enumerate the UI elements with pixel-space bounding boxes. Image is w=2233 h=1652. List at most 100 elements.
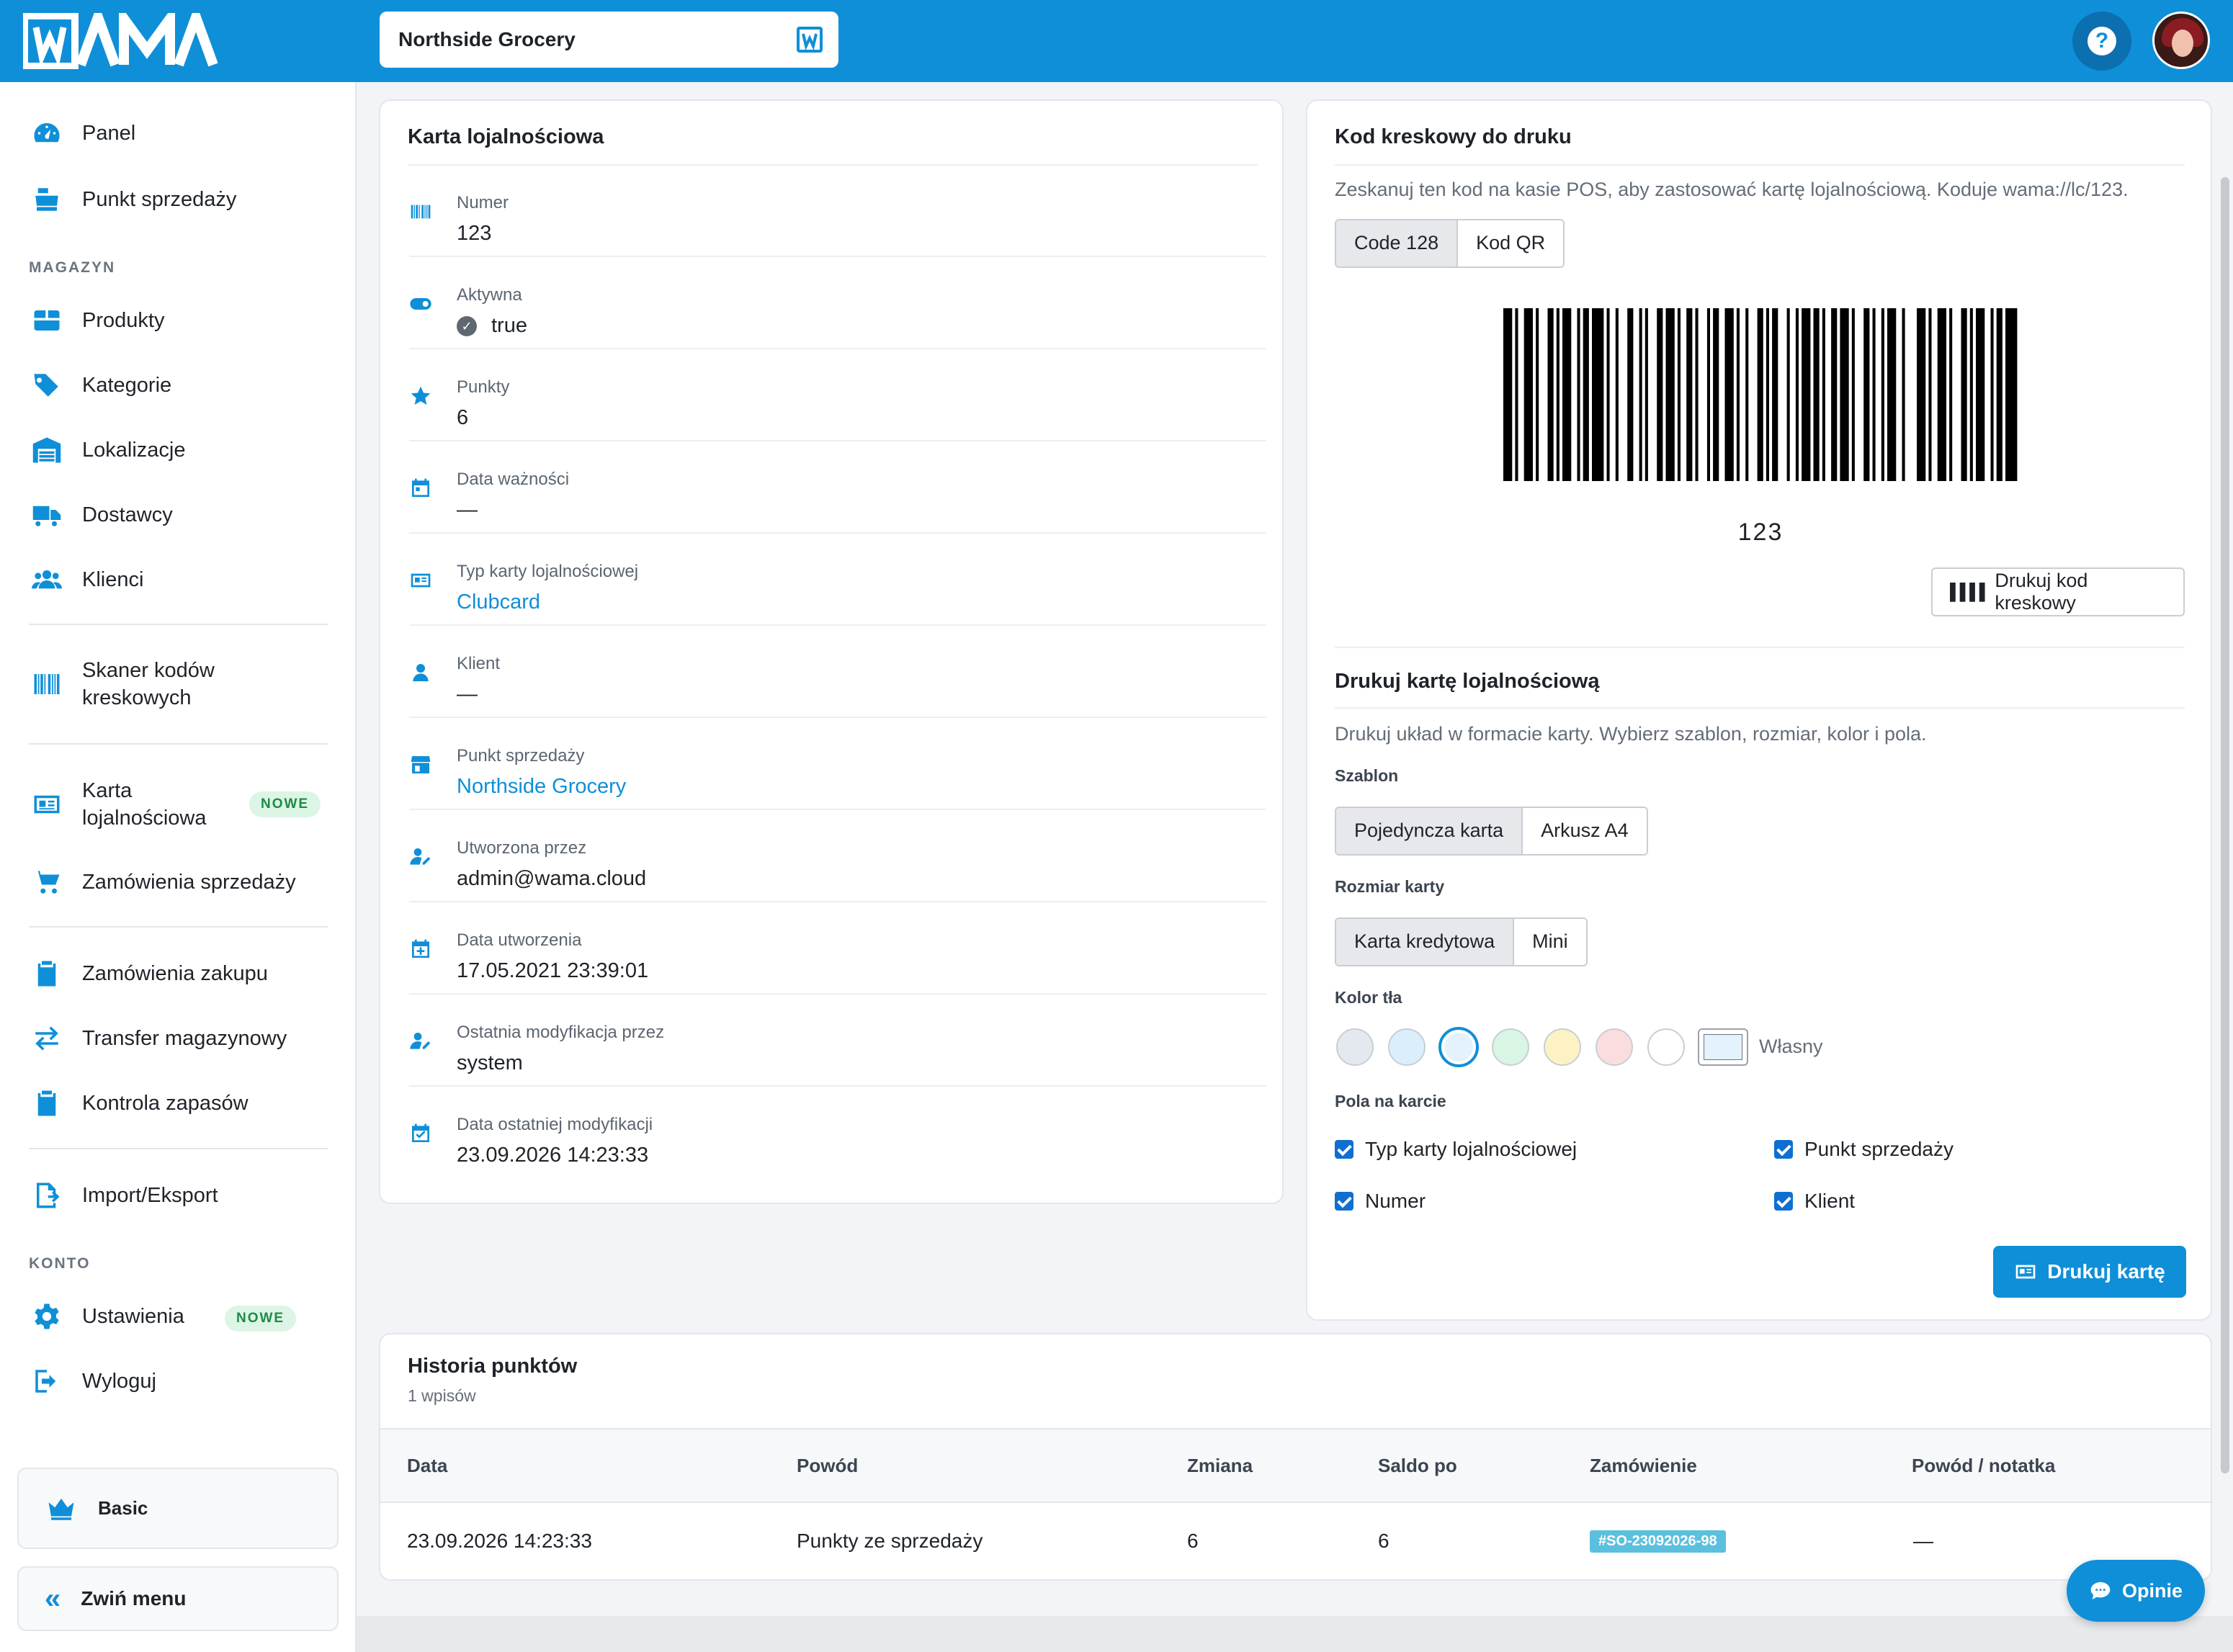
feedback-button[interactable]: Opinie: [2067, 1560, 2205, 1622]
color-swatch[interactable]: [1492, 1028, 1529, 1066]
page-bottom: [357, 1616, 2233, 1652]
color-swatch[interactable]: [1544, 1028, 1581, 1066]
sidebar-item-stock-transfer[interactable]: Transfer magazynowy: [29, 1017, 331, 1060]
field-value-text: Northside Grocery: [457, 775, 627, 798]
sidebar-item-barcode-scanner[interactable]: Skaner kodów kreskowych: [29, 655, 331, 713]
sidebar-item-label: Panel: [82, 122, 136, 145]
sidebar-divider: [29, 1148, 328, 1149]
field-value-text: 123: [457, 222, 492, 245]
new-badge: NOWE: [225, 1306, 297, 1332]
color-swatch[interactable]: [1596, 1028, 1633, 1066]
avatar[interactable]: [2152, 12, 2210, 69]
sidebar-item-stock-control[interactable]: Kontrola zapasów: [29, 1082, 331, 1125]
store-selector[interactable]: Northside Grocery: [380, 12, 838, 68]
field-label: Ostatnia modyfikacja przez: [457, 1023, 665, 1042]
sidebar-item-suppliers[interactable]: Dostawcy: [29, 493, 331, 537]
print-card-button[interactable]: Drukuj kartę: [1993, 1246, 2186, 1298]
calendar-icon: [409, 477, 432, 500]
sidebar-item-label: Ustawienia: [82, 1305, 184, 1328]
color-swatch[interactable]: [1388, 1028, 1426, 1066]
history-count: 1 wpisów: [408, 1386, 476, 1405]
column-header-order: Zamówienie: [1590, 1455, 1697, 1476]
barcode-bar: [1766, 308, 1769, 481]
sidebar-item-pos[interactable]: Punkt sprzedaży: [29, 178, 331, 221]
barcode-bar: [2005, 308, 2018, 481]
print-barcode-button[interactable]: ▌▌▌▌ Drukuj kod kreskowy: [1931, 567, 2185, 616]
sidebar-item-sales-orders[interactable]: Zamówienia sprzedaży: [29, 861, 331, 904]
barcode-bar: [1976, 308, 1985, 481]
barcode-type-toggle: Code 128 Kod QR: [1335, 219, 1565, 268]
table-cell-note: —: [1913, 1530, 1933, 1552]
detail-field: Utworzona przez admin@wama.cloud: [409, 811, 1266, 902]
field-value-text: admin@wama.cloud: [457, 867, 647, 890]
size-credit-card[interactable]: Karta kredytowa: [1336, 919, 1513, 965]
custom-color-label: Własny: [1759, 1036, 1823, 1057]
sidebar-item-logout[interactable]: Wyloguj: [29, 1360, 331, 1403]
user-edit-icon: [409, 1030, 432, 1053]
tab-qr[interactable]: Kod QR: [1456, 220, 1564, 266]
sidebar-item-categories[interactable]: Kategorie: [29, 364, 331, 407]
checkbox-card-type[interactable]: Typ karty lojalnościowej: [1335, 1138, 1577, 1161]
field-value: 123: [457, 222, 491, 246]
barcode-bar: [1556, 308, 1559, 481]
barcode-bar: [1961, 308, 1967, 481]
collapse-menu-label: Zwiń menu: [81, 1587, 187, 1610]
tab-code128[interactable]: Code 128: [1336, 220, 1457, 266]
plan-box[interactable]: Basic: [17, 1468, 339, 1549]
field-value: ✓ true: [457, 314, 527, 338]
sidebar-item-label: Punkt sprzedaży: [82, 188, 237, 211]
barcode-bar: [1592, 308, 1604, 481]
field-value[interactable]: Northside Grocery: [457, 775, 626, 799]
sidebar-item-import-export[interactable]: Import/Eksport: [29, 1174, 331, 1217]
wama-logo[interactable]: [23, 13, 254, 69]
checkbox-client[interactable]: Klient: [1774, 1190, 1855, 1213]
color-swatch[interactable]: [1336, 1028, 1374, 1066]
truck-icon: [29, 497, 65, 533]
color-swatch[interactable]: [1438, 1027, 1479, 1067]
field-value-text: true: [491, 314, 527, 337]
checkbox-checked[interactable]: [1774, 1140, 1793, 1159]
help-button[interactable]: ?: [2072, 12, 2131, 71]
check-circle-icon: ✓: [457, 315, 477, 336]
cart-icon: [29, 864, 65, 900]
detail-field: Punkt sprzedaży Northside Grocery: [409, 719, 1266, 810]
order-link-badge[interactable]: #SO-23092026-98: [1590, 1530, 1726, 1553]
detail-field: Aktywna ✓ true: [409, 258, 1266, 349]
field-value: system: [457, 1051, 523, 1075]
sidebar-item-label: Kategorie: [82, 374, 172, 397]
sidebar-item-purchase-orders[interactable]: Zamówienia zakupu: [29, 952, 331, 995]
field-value: 6: [457, 406, 468, 430]
field-value[interactable]: Clubcard: [457, 591, 540, 614]
template-toggle: Pojedyncza karta Arkusz A4: [1335, 807, 1648, 856]
checkbox-checked[interactable]: [1774, 1192, 1793, 1211]
barcode-bar: [1547, 308, 1554, 481]
print-card-description: Drukuj układ w formacie karty. Wybierz s…: [1335, 723, 1927, 745]
color-swatch[interactable]: [1647, 1028, 1685, 1066]
checkbox-checked[interactable]: [1335, 1140, 1353, 1159]
template-single-card[interactable]: Pojedyncza karta: [1336, 808, 1522, 854]
detail-field: Data ostatniej modyfikacji 23.09.2026 14:…: [409, 1087, 1266, 1179]
barcode-icon: [409, 200, 432, 223]
checkbox-point-of-sale[interactable]: Punkt sprzedaży: [1774, 1138, 1954, 1161]
sidebar-item-panel[interactable]: Panel: [29, 112, 331, 155]
field-label: Typ karty lojalnościowej: [457, 562, 639, 581]
custom-color-picker[interactable]: [1698, 1028, 1748, 1066]
field-value: —: [457, 683, 478, 706]
new-badge: NOWE: [249, 791, 321, 817]
barcode-bar: [1949, 308, 1953, 481]
collapse-menu-button[interactable]: « Zwiń menu: [17, 1566, 339, 1631]
size-mini[interactable]: Mini: [1513, 919, 1586, 965]
checkbox-number[interactable]: Numer: [1335, 1190, 1426, 1213]
sidebar-item-locations[interactable]: Lokalizacje: [29, 428, 331, 472]
template-a4-sheet[interactable]: Arkusz A4: [1521, 808, 1647, 854]
sidebar-item-clients[interactable]: Klienci: [29, 558, 331, 601]
barcode-bar: [1627, 308, 1634, 481]
star-icon: [409, 385, 432, 408]
barcode-small-icon: ▌▌▌▌: [1950, 583, 1990, 601]
sidebar-item-products[interactable]: Produkty: [29, 299, 331, 342]
checkbox-checked[interactable]: [1335, 1192, 1353, 1211]
barcode-bar: [1562, 308, 1572, 481]
scrollbar[interactable]: [2221, 177, 2229, 1473]
id-card-icon: [409, 569, 432, 592]
clipboard-check-icon: [29, 1085, 65, 1121]
